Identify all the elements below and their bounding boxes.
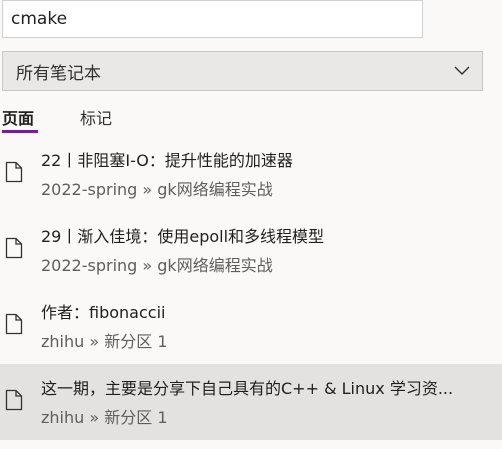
result-title: 作者：fibonaccii — [41, 303, 166, 322]
active-tab-indicator — [2, 130, 38, 133]
tab-pages[interactable]: 页面 — [2, 105, 34, 129]
page-icon — [5, 161, 23, 187]
notebook-filter-label: 所有笔记本 — [16, 63, 101, 84]
result-title: 这一期，主要是分享下自己具有的C++ & Linux 学习资... — [41, 379, 454, 398]
search-input[interactable] — [3, 1, 422, 37]
notebook-filter-dropdown[interactable]: 所有笔记本 — [2, 51, 483, 91]
result-path: zhihu » 新分区 1 — [41, 332, 168, 351]
page-icon — [5, 389, 23, 415]
list-item[interactable]: 作者：fibonaccii zhihu » 新分区 1 — [0, 288, 502, 364]
page-icon — [5, 313, 23, 339]
result-tabs: 页面 标记 — [0, 100, 502, 136]
list-item[interactable]: 29丨渐入佳境：使用epoll和多线程模型 2022-spring » gk网络… — [0, 212, 502, 288]
chevron-down-icon — [454, 66, 470, 76]
result-path: 2022-spring » gk网络编程实战 — [41, 180, 273, 199]
result-title: 29丨渐入佳境：使用epoll和多线程模型 — [41, 227, 325, 246]
result-path: zhihu » 新分区 1 — [41, 408, 168, 427]
tab-tags[interactable]: 标记 — [80, 105, 112, 129]
result-path: 2022-spring » gk网络编程实战 — [41, 256, 273, 275]
search-box[interactable] — [2, 0, 423, 38]
list-item-selected[interactable]: 这一期，主要是分享下自己具有的C++ & Linux 学习资... zhihu … — [0, 364, 502, 440]
result-title: 22丨非阻塞I-O：提升性能的加速器 — [41, 151, 293, 170]
list-item[interactable]: 22丨非阻塞I-O：提升性能的加速器 2022-spring » gk网络编程实… — [0, 136, 502, 212]
page-icon — [5, 237, 23, 263]
